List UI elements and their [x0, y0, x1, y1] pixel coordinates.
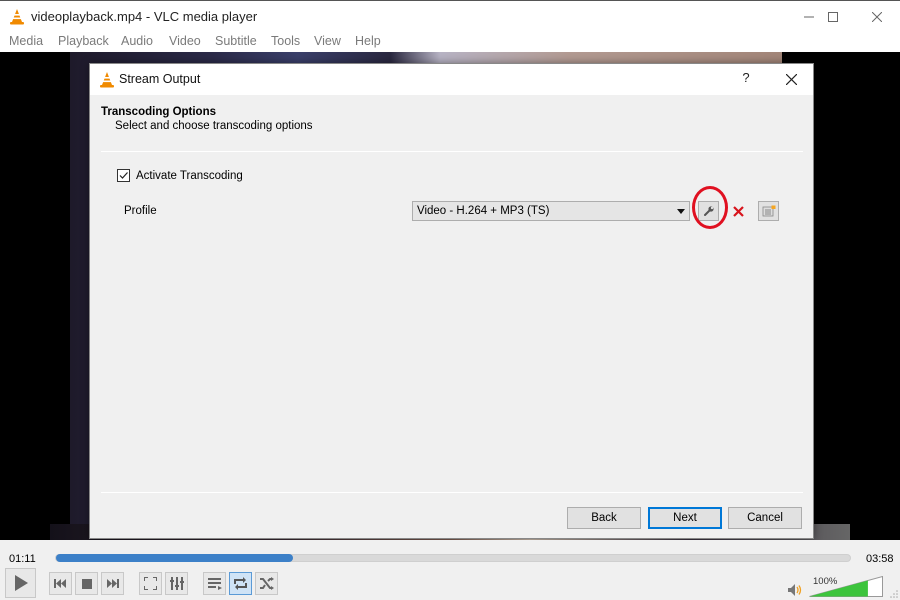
next-button-media[interactable]: [101, 572, 124, 595]
dialog-close-button[interactable]: [780, 69, 802, 91]
checkmark-icon: [119, 172, 128, 179]
equalizer-icon: [169, 577, 184, 590]
menu-media[interactable]: Media: [9, 34, 43, 48]
menu-view[interactable]: View: [314, 34, 341, 48]
red-x-icon: [733, 205, 744, 217]
cancel-button[interactable]: Cancel: [728, 507, 802, 529]
close-window-button[interactable]: [854, 1, 900, 32]
activate-transcoding-checkbox[interactable]: [117, 169, 130, 182]
stream-output-dialog: Stream Output ? Transcoding Options Sele…: [89, 63, 814, 539]
previous-icon: [54, 579, 66, 588]
close-icon: [785, 73, 797, 86]
fullscreen-icon: [144, 577, 157, 590]
seek-bar[interactable]: [55, 554, 851, 562]
section-title: Transcoding Options: [101, 106, 217, 118]
menu-tools[interactable]: Tools: [271, 34, 300, 48]
next-button[interactable]: Next: [648, 507, 722, 529]
maximize-button[interactable]: [810, 1, 856, 32]
loop-button[interactable]: [229, 572, 252, 595]
profile-label: Profile: [124, 205, 157, 217]
menu-audio[interactable]: Audio: [121, 34, 153, 48]
resize-grip-icon[interactable]: [890, 590, 898, 598]
playlist-button[interactable]: [203, 572, 226, 595]
menu-bar: Media Playback Audio Video Subtitle Tool…: [0, 31, 900, 52]
menu-video[interactable]: Video: [169, 34, 201, 48]
play-button[interactable]: [5, 568, 36, 598]
stop-button[interactable]: [75, 572, 98, 595]
mute-button[interactable]: [788, 584, 802, 599]
title-bar: videoplayback.mp4 - VLC media player: [0, 0, 900, 31]
volume-percent: 100%: [813, 576, 838, 587]
next-icon: [107, 579, 119, 588]
extended-settings-button[interactable]: [165, 572, 188, 595]
new-list-icon: [762, 205, 775, 217]
profile-select-value: Video - H.264 + MP3 (TS): [417, 205, 550, 217]
previous-button[interactable]: [49, 572, 72, 595]
dialog-title-bar: Stream Output ?: [90, 64, 813, 95]
menu-subtitle[interactable]: Subtitle: [215, 34, 257, 48]
playlist-icon: [207, 577, 222, 590]
footer-separator: [101, 492, 803, 493]
chevron-down-icon: [677, 209, 685, 214]
section-subtitle: Select and choose transcoding options: [115, 120, 313, 132]
elapsed-time[interactable]: 01:11: [9, 553, 36, 565]
wrench-icon: [703, 206, 714, 216]
delete-profile-button[interactable]: [728, 201, 749, 221]
random-button[interactable]: [255, 572, 278, 595]
total-time[interactable]: 03:58: [866, 553, 894, 565]
vlc-cone-icon: [9, 8, 25, 28]
window-title: videoplayback.mp4 - VLC media player: [31, 9, 258, 24]
activate-transcoding-label: Activate Transcoding: [136, 169, 243, 182]
maximize-icon: [828, 11, 838, 22]
speaker-icon: [788, 584, 802, 596]
seek-bar-progress: [56, 554, 293, 562]
play-icon: [14, 575, 28, 591]
menu-help[interactable]: Help: [355, 34, 381, 48]
new-profile-button[interactable]: [758, 201, 779, 221]
profile-select[interactable]: Video - H.264 + MP3 (TS): [412, 201, 690, 221]
back-button[interactable]: Back: [567, 507, 641, 529]
menu-playback[interactable]: Playback: [58, 34, 109, 48]
fullscreen-button[interactable]: [139, 572, 162, 595]
player-controls: 01:11 03:58 100%: [0, 540, 900, 600]
activate-transcoding-row[interactable]: Activate Transcoding: [117, 169, 243, 182]
stop-icon: [81, 578, 92, 589]
shuffle-icon: [259, 577, 274, 590]
help-button[interactable]: ?: [735, 70, 757, 90]
dialog-title: Stream Output: [119, 72, 201, 86]
vlc-main-window: videoplayback.mp4 - VLC media player Med…: [0, 0, 900, 600]
header-separator: [101, 151, 803, 152]
edit-profile-button[interactable]: [698, 201, 719, 221]
vlc-cone-icon: [99, 71, 115, 91]
close-icon: [872, 11, 882, 22]
loop-icon: [234, 577, 247, 590]
